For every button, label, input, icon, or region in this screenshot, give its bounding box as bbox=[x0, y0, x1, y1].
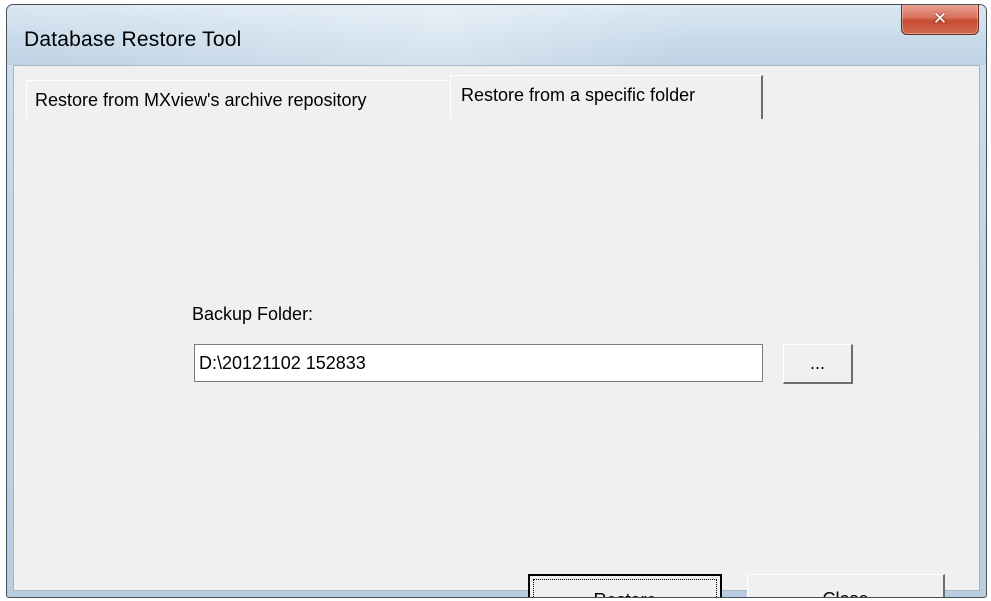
tab-strip: Restore from MXview's archive repository… bbox=[26, 75, 979, 119]
title-bar[interactable]: Database Restore Tool ✕ bbox=[7, 5, 986, 65]
backup-folder-label: Backup Folder: bbox=[192, 304, 314, 324]
restore-button-label: Restore bbox=[533, 579, 717, 597]
window-title: Database Restore Tool bbox=[24, 28, 242, 51]
backup-folder-input[interactable] bbox=[194, 344, 763, 382]
dialog-client-area: Restore from MXview's archive repository… bbox=[13, 65, 980, 597]
tab-panel-specific-folder: Backup Folder: ... Restore Close bbox=[26, 118, 979, 597]
window-close-button[interactable]: ✕ bbox=[901, 5, 979, 35]
dialog-window: Database Restore Tool ✕ Restore from MXv… bbox=[6, 4, 987, 598]
restore-button[interactable]: Restore bbox=[528, 574, 722, 597]
tab-specific-folder[interactable]: Restore from a specific folder bbox=[450, 75, 763, 119]
browse-button[interactable]: ... bbox=[783, 344, 853, 384]
tab-archive-repository[interactable]: Restore from MXview's archive repository bbox=[26, 80, 450, 118]
close-icon: ✕ bbox=[932, 8, 948, 29]
close-button[interactable]: Close bbox=[747, 574, 945, 597]
